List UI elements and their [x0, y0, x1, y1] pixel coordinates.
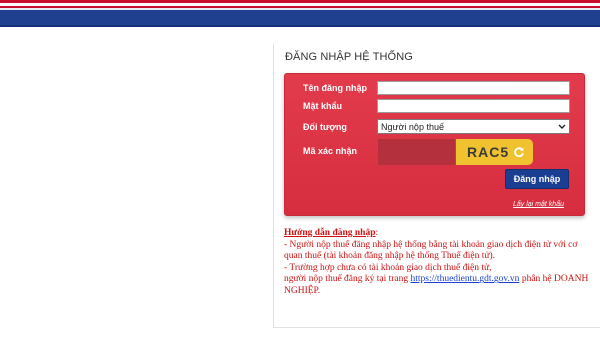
- username-field[interactable]: [377, 81, 570, 95]
- captcha-text: RAC5: [467, 144, 510, 160]
- captcha-field[interactable]: [378, 139, 455, 165]
- guide-title: Hướng dẫn đăng nhập: [284, 228, 376, 238]
- password-field[interactable]: [377, 99, 570, 113]
- guide-line: người nộp thuế đăng ký tại trang https:/…: [284, 274, 590, 297]
- guide-line: - Người nộp thuế đăng nhập hệ thống bằng…: [284, 239, 578, 262]
- login-title: ĐĂNG NHẬP HỆ THỐNG: [285, 51, 413, 63]
- guide-heading: Hướng dẫn đăng nhập:: [284, 228, 590, 240]
- top-banner: [0, 0, 600, 27]
- username-label: Tên đăng nhập: [303, 83, 367, 93]
- password-label: Mật khẩu: [303, 101, 343, 111]
- thuedientu-link[interactable]: https://thuedientu.gdt.gov.vn: [411, 274, 520, 284]
- user-type-label: Đối tượng: [303, 122, 347, 132]
- login-guide: Hướng dẫn đăng nhập: - Người nộp thuế đă…: [284, 228, 590, 298]
- user-type-select[interactable]: Người nộp thuế: [377, 119, 570, 134]
- banner-stripe: [0, 8, 600, 10]
- guide-text: người nộp thuế đăng ký tại trang: [284, 274, 411, 285]
- guide-title-colon: :: [375, 228, 379, 238]
- captcha-label: Mã xác nhận: [303, 146, 358, 156]
- guide-line: - Trường hợp chưa có tài khoản giao dịch…: [284, 262, 492, 273]
- user-type-selected: Người nộp thuế: [381, 122, 444, 132]
- forgot-password-link[interactable]: Lấy lại mật khẩu: [513, 201, 564, 208]
- banner-bottom-line: [0, 25, 600, 27]
- captcha-image: RAC5: [456, 139, 533, 165]
- refresh-icon[interactable]: [511, 144, 527, 160]
- chevron-down-icon: [558, 124, 566, 129]
- login-button[interactable]: Đăng nhập: [505, 169, 569, 189]
